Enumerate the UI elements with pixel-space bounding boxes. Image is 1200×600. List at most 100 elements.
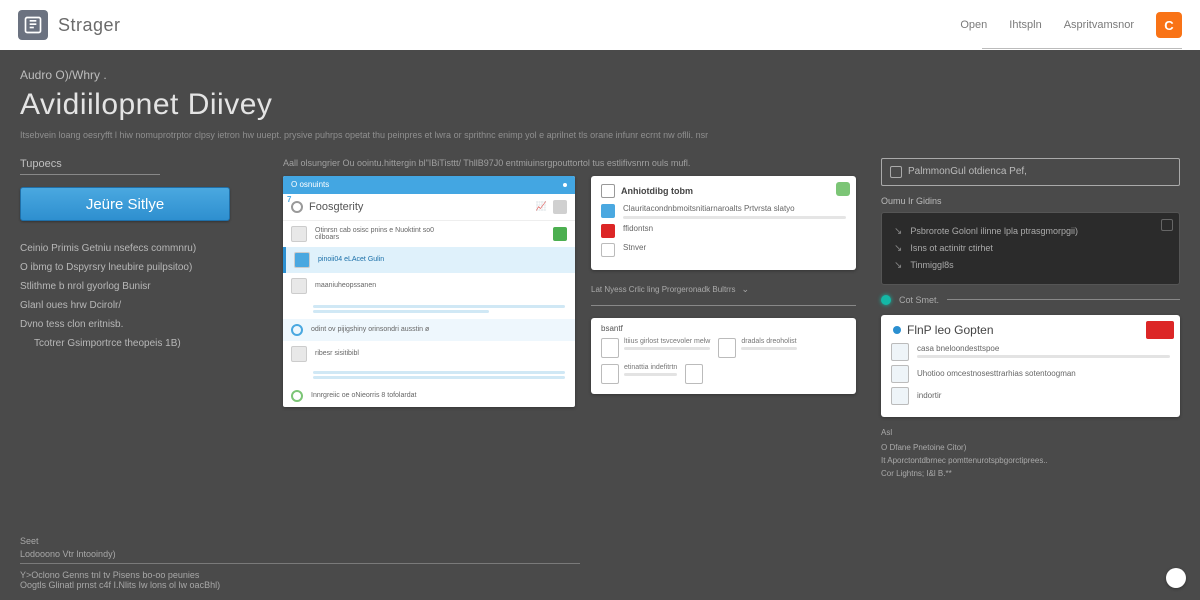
search-icon [890, 166, 902, 178]
divider [591, 305, 856, 306]
status-dot-icon [881, 295, 891, 305]
divider [20, 174, 160, 175]
search-input[interactable]: PalmmonGul otdienca Pef, [881, 158, 1180, 186]
code-snippet-card: ↘ Psbrorote Golonl ilinne lpla ptrasgmorp… [881, 212, 1180, 285]
close-button[interactable] [1146, 321, 1174, 339]
status-icon [553, 227, 567, 241]
doc-icon [718, 338, 736, 358]
doc-icon [891, 365, 909, 383]
card-b-title: Anhiotdibg tobm [621, 186, 693, 196]
doc-icon [891, 387, 909, 405]
help-fab[interactable] [1166, 568, 1186, 588]
preview-card-bottom: bsantf ltiius girlost tsvcevoler melw [591, 318, 856, 394]
doc-icon [601, 338, 619, 358]
item-title: odint ov pijigshiny orinsondri ausstin ø [311, 326, 567, 333]
grid-item[interactable] [685, 364, 708, 384]
progress-line [313, 310, 489, 313]
list-item[interactable]: maaniuheopssanen [283, 273, 575, 299]
list-item[interactable]: Otinrsn cab osisc pnins e Nuoktint so0 c… [283, 221, 575, 247]
item-title: pinoii04 eLAcet Gulin [318, 256, 567, 263]
avatar-icon [291, 390, 303, 402]
dot-icon [563, 183, 567, 187]
brand: Strager [18, 10, 121, 40]
list-item[interactable]: Innrgreiic oe oNieorris 8 tofolardat [283, 385, 575, 407]
topbar: Strager Open Ihtspln Aspritvamsnor C [0, 0, 1200, 50]
card-b-text: Stnver [623, 243, 846, 252]
code-line: Isns ot actinitr ctirhet [910, 241, 993, 256]
item-title: maaniuheopssanen [315, 282, 567, 289]
doc-icon [685, 364, 703, 384]
grid-text: ltiius girlost tsvcevoler melw [624, 338, 710, 345]
footer-link[interactable]: Lodooono Vtr lntooindy) [20, 549, 580, 559]
card-bottom-label: bsantf [601, 324, 846, 333]
left-column: Tupoecs Jeüre Sitlye Ceinio Primis Getni… [20, 158, 265, 481]
card-a-title: Foosgterity [309, 201, 363, 213]
code-line: Tinmiggl8s [910, 258, 953, 273]
list-item[interactable]: ribesr sisitibibl [283, 341, 575, 367]
preview-card-a: O osnuints 7 Foosgterity 📈 [283, 176, 575, 407]
doc-icon [891, 343, 909, 361]
blue-icon [601, 204, 615, 218]
progress-line [313, 305, 565, 308]
arrow-icon: ↘ [894, 257, 902, 274]
card-r-text: casa bneloondesttspoe [917, 344, 1170, 353]
arrow-icon: ↘ [894, 240, 902, 257]
item-title: Innrgreiic oe oNieorris 8 tofolardat [311, 392, 567, 399]
nav-open[interactable]: Open [960, 19, 987, 31]
list-item[interactable]: odint ov pijigshiny orinsondri ausstin ø [283, 319, 575, 341]
outline-icon [601, 243, 615, 257]
avatar-icon [291, 324, 303, 336]
card-a-header: Foosgterity 📈 [283, 194, 575, 221]
avatar-icon [291, 201, 303, 213]
code-line: Psbrorote Golonl ilinne lpla ptrasgmorpg… [910, 224, 1078, 239]
doc-icon [601, 364, 619, 384]
caption-row[interactable]: Lat Nyess Crlic ling Prorgeronadk Bultrr… [591, 284, 856, 295]
sidebar-link[interactable]: Ceinio Primis Getniu nsefecs commnru) [20, 239, 265, 258]
progress-line [313, 371, 565, 374]
mid-intro-text: Aall olsungrier Ou oointu.hittergin bl"I… [283, 158, 863, 168]
footer-text: Oogtls Glinatl prnst c4f I.Nlits Iw lons… [20, 580, 580, 590]
caption-text: Lat Nyess Crlic ling Prorgeronadk Bultrr… [591, 285, 736, 294]
footer-left: Seet Lodooono Vtr lntooindy) Y>Oclono Ge… [20, 536, 580, 590]
item-title: Otinrsn cab osisc pnins e Nuoktint so0 [315, 227, 545, 234]
footer-section-label: Seet [20, 536, 580, 546]
right-foot-link[interactable]: It Aporctontdbrnec pomttenurotspbgorctip… [881, 455, 1180, 468]
thumb-icon [294, 252, 310, 268]
grid-text: etinattia indefitrtn [624, 364, 677, 371]
sidebar-link[interactable]: Dvno tess clon eritnisb. [20, 315, 265, 334]
sidebar-link[interactable]: Tcotrer Gsimportrce theopeis 1B) [20, 334, 265, 353]
brand-name: Strager [58, 15, 121, 36]
primary-cta-button[interactable]: Jeüre Sitlye [20, 187, 230, 221]
dark-card-title: Oumu Ir Gidins [881, 196, 1180, 206]
left-section-label: Tupoecs [20, 158, 265, 170]
grid-item[interactable]: dradals dreoholist [718, 338, 796, 358]
nav-third[interactable]: Aspritvamsnor [1064, 19, 1134, 31]
page-title: Avidiilopnet Diivey [20, 88, 1180, 122]
grid-text: dradals dreoholist [741, 338, 796, 345]
sidebar-link[interactable]: O ibmg to Dspyrsry lneubire puilpsitoo) [20, 258, 265, 277]
card-r-text: indortir [917, 391, 1170, 400]
card-a-badge: 7 [287, 195, 291, 204]
right-column: PalmmonGul otdienca Pef, Oumu Ir Gidins … [881, 158, 1180, 481]
sidebar-link[interactable]: Stlithme b nrol gyorlog Bunisr [20, 277, 265, 296]
primary-action-button[interactable]: C [1156, 12, 1182, 38]
sidebar-link-list: Ceinio Primis Getniu nsefecs commnru) O … [20, 239, 265, 353]
item-sub: cilboars [315, 234, 545, 241]
grid-item[interactable]: ltiius girlost tsvcevoler melw [601, 338, 710, 358]
preview-card-b: Anhiotdibg tobm Clauritacondnbmoitsnitia… [591, 176, 856, 270]
nav-second[interactable]: Ihtspln [1009, 19, 1041, 31]
grid-item[interactable]: etinattia indefitrtn [601, 364, 677, 384]
sidebar-link[interactable]: Glanl oues hrw Dcirolr/ [20, 296, 265, 315]
card-a-titlebar: O osnuints [283, 176, 575, 194]
right-foot-link[interactable]: Cor Lightns; I&l B.** [881, 468, 1180, 481]
preview-card-right: FlnP leo Gopten casa bneloondesttspoe Uh… [881, 315, 1180, 417]
top-nav: Open Ihtspln Aspritvamsnor C [960, 12, 1182, 38]
right-foot-link[interactable]: O Dfane Pnetoine Citor) [881, 442, 1180, 455]
middle-column: Aall olsungrier Ou oointu.hittergin bl"I… [283, 158, 863, 481]
track-label: Cot Smet. [899, 295, 939, 305]
chevron-down-icon: ⌄ [742, 284, 750, 295]
copy-icon[interactable] [1161, 219, 1173, 231]
square-icon [553, 200, 567, 214]
item-title: ribesr sisitibibl [315, 350, 567, 357]
list-item-selected[interactable]: pinoii04 eLAcet Gulin [283, 247, 575, 273]
